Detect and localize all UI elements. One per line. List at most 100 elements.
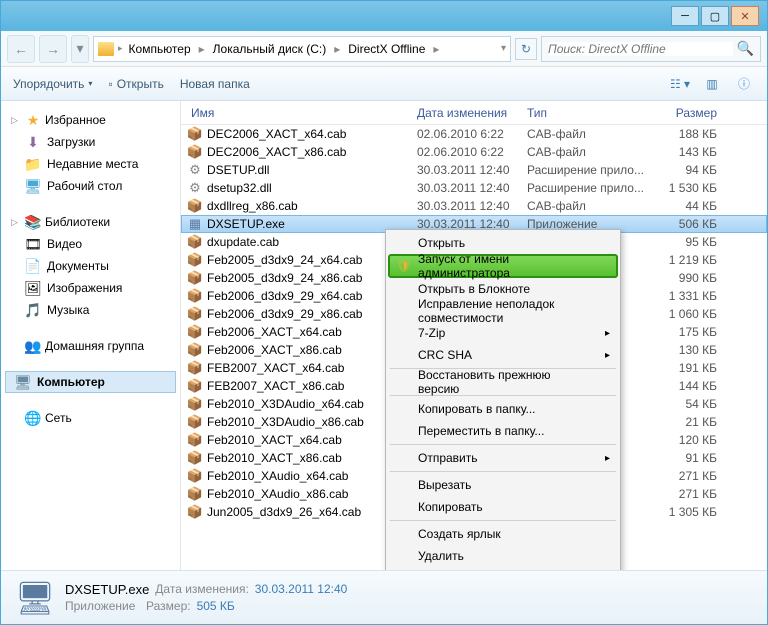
cab-icon: 📦 bbox=[187, 198, 203, 214]
new-folder-button[interactable]: Новая папка bbox=[180, 77, 250, 91]
open-button[interactable]: ▫Открыть bbox=[108, 77, 163, 91]
file-size: 91 КБ bbox=[657, 451, 717, 465]
close-button[interactable]: ✕ bbox=[731, 6, 759, 26]
ctx-rename[interactable]: Переименовать bbox=[388, 567, 618, 570]
cab-icon: 📦 bbox=[187, 486, 203, 502]
ctx-delete[interactable]: Удалить bbox=[388, 545, 618, 567]
homegroup[interactable]: 👥Домашняя группа bbox=[5, 335, 176, 357]
sidebar-item-downloads[interactable]: ⬇Загрузки bbox=[5, 131, 176, 153]
ctx-shortcut[interactable]: Создать ярлык bbox=[388, 523, 618, 545]
file-size: 44 КБ bbox=[657, 199, 717, 213]
document-icon: 📄 bbox=[25, 258, 41, 274]
cab-icon: 📦 bbox=[187, 234, 203, 250]
file-date: 02.06.2010 6:22 bbox=[417, 145, 527, 159]
cab-icon: 📦 bbox=[187, 360, 203, 376]
dll-icon: ⚙ bbox=[187, 180, 203, 196]
minimize-button[interactable]: ─ bbox=[671, 6, 699, 26]
file-size: 21 КБ bbox=[657, 415, 717, 429]
file-size: 143 КБ bbox=[657, 145, 717, 159]
file-name: DEC2006_XACT_x86.cab bbox=[207, 145, 417, 159]
file-date: 30.03.2011 12:40 bbox=[417, 163, 527, 177]
file-type: CAB-файл bbox=[527, 145, 657, 159]
breadcrumb[interactable]: DirectX Offline bbox=[346, 42, 427, 56]
file-type: Расширение прило... bbox=[527, 181, 657, 195]
breadcrumb[interactable]: Компьютер bbox=[127, 42, 193, 56]
desktop-icon: 🖥 bbox=[25, 178, 41, 194]
refresh-button[interactable]: ↻ bbox=[515, 38, 537, 60]
file-size: 54 КБ bbox=[657, 397, 717, 411]
sidebar-item-pictures[interactable]: 🖼Изображения bbox=[5, 277, 176, 299]
file-size: 130 КБ bbox=[657, 343, 717, 357]
back-button[interactable]: ← bbox=[7, 35, 35, 63]
favorites-group[interactable]: ▷★Избранное bbox=[5, 109, 176, 131]
forward-button[interactable]: → bbox=[39, 35, 67, 63]
chevron-right-icon: ▸ bbox=[197, 42, 207, 56]
ctx-crc[interactable]: CRC SHA bbox=[388, 344, 618, 366]
preview-pane-button[interactable]: ▥ bbox=[701, 75, 723, 93]
details-size-label: Размер: bbox=[146, 599, 191, 613]
cab-icon: 📦 bbox=[187, 144, 203, 160]
help-button[interactable]: ⓘ bbox=[733, 75, 755, 93]
cab-icon: 📦 bbox=[187, 270, 203, 286]
file-type: CAB-файл bbox=[527, 199, 657, 213]
file-name: DSETUP.dll bbox=[207, 163, 417, 177]
col-name[interactable]: Имя bbox=[187, 106, 417, 120]
view-mode-button[interactable]: ☷ ▾ bbox=[669, 75, 691, 93]
details-date-label: Дата изменения: bbox=[155, 582, 249, 597]
search-box[interactable]: 🔍 bbox=[541, 36, 761, 62]
ctx-copy-to[interactable]: Копировать в папку... bbox=[388, 398, 618, 420]
sidebar-item-documents[interactable]: 📄Документы bbox=[5, 255, 176, 277]
sidebar-item-recent[interactable]: 📁Недавние места bbox=[5, 153, 176, 175]
file-row[interactable]: ⚙dsetup32.dll30.03.2011 12:40Расширение … bbox=[181, 179, 767, 197]
ctx-move-to[interactable]: Переместить в папку... bbox=[388, 420, 618, 442]
cab-icon: 📦 bbox=[187, 468, 203, 484]
file-size: 506 КБ bbox=[657, 217, 717, 231]
file-row[interactable]: ⚙DSETUP.dll30.03.2011 12:40Расширение пр… bbox=[181, 161, 767, 179]
cab-icon: 📦 bbox=[187, 252, 203, 268]
recent-dropdown[interactable]: ▾ bbox=[71, 35, 89, 63]
ctx-open[interactable]: Открыть bbox=[388, 232, 618, 254]
exe-icon: ▦ bbox=[187, 216, 203, 232]
ctx-send-to[interactable]: Отправить bbox=[388, 447, 618, 469]
library-icon: 📚 bbox=[25, 214, 41, 230]
file-date: 02.06.2010 6:22 bbox=[417, 127, 527, 141]
col-type[interactable]: Тип bbox=[527, 106, 657, 120]
breadcrumb[interactable]: Локальный диск (C:) bbox=[211, 42, 329, 56]
folder-icon bbox=[98, 42, 114, 56]
ctx-run-as-admin[interactable]: 🛡Запуск от имени администратора bbox=[388, 254, 618, 278]
separator bbox=[390, 520, 616, 521]
sidebar-item-computer[interactable]: 🖥Компьютер bbox=[5, 371, 176, 393]
cab-icon: 📦 bbox=[187, 396, 203, 412]
sidebar-item-videos[interactable]: 🎞Видео bbox=[5, 233, 176, 255]
file-date: 30.03.2011 12:40 bbox=[417, 199, 527, 213]
recent-icon: 📁 bbox=[25, 156, 41, 172]
details-type: Приложение bbox=[65, 599, 140, 613]
ctx-7zip[interactable]: 7-Zip bbox=[388, 322, 618, 344]
file-row[interactable]: 📦DEC2006_XACT_x64.cab02.06.2010 6:22CAB-… bbox=[181, 125, 767, 143]
ctx-copy[interactable]: Копировать bbox=[388, 496, 618, 518]
organize-button[interactable]: Упорядочить bbox=[13, 77, 92, 91]
sidebar-item-music[interactable]: 🎵Музыка bbox=[5, 299, 176, 321]
libraries-group[interactable]: ▷📚Библиотеки bbox=[5, 211, 176, 233]
file-date: 30.03.2011 12:40 bbox=[417, 181, 527, 195]
details-pane: 🖥 DXSETUP.exe Дата изменения: 30.03.2011… bbox=[1, 570, 767, 624]
col-date[interactable]: Дата изменения bbox=[417, 106, 527, 120]
ctx-restore[interactable]: Восстановить прежнюю версию bbox=[388, 371, 618, 393]
col-size[interactable]: Размер bbox=[657, 106, 717, 120]
address-bar[interactable]: ▸ Компьютер ▸ Локальный диск (C:) ▸ Dire… bbox=[93, 36, 511, 62]
ctx-cut[interactable]: Вырезать bbox=[388, 474, 618, 496]
navigation-bar: ← → ▾ ▸ Компьютер ▸ Локальный диск (C:) … bbox=[1, 31, 767, 67]
sidebar-item-network[interactable]: 🌐Сеть bbox=[5, 407, 176, 429]
file-size: 990 КБ bbox=[657, 271, 717, 285]
ctx-compat[interactable]: Исправление неполадок совместимости bbox=[388, 300, 618, 322]
navigation-pane: ▷★Избранное ⬇Загрузки 📁Недавние места 🖥Р… bbox=[1, 101, 181, 570]
maximize-button[interactable]: ▢ bbox=[701, 6, 729, 26]
file-row[interactable]: 📦dxdllreg_x86.cab30.03.2011 12:40CAB-фай… bbox=[181, 197, 767, 215]
titlebar: ─ ▢ ✕ bbox=[1, 1, 767, 31]
search-input[interactable] bbox=[548, 42, 733, 56]
file-size: 94 КБ bbox=[657, 163, 717, 177]
file-row[interactable]: 📦 DEC2006_XACT_x86.cab02.06.2010 6:22CAB-… bbox=[181, 143, 767, 161]
sidebar-item-desktop[interactable]: 🖥Рабочий стол bbox=[5, 175, 176, 197]
chevron-right-icon: ▸ bbox=[431, 42, 441, 56]
video-icon: 🎞 bbox=[25, 236, 41, 252]
